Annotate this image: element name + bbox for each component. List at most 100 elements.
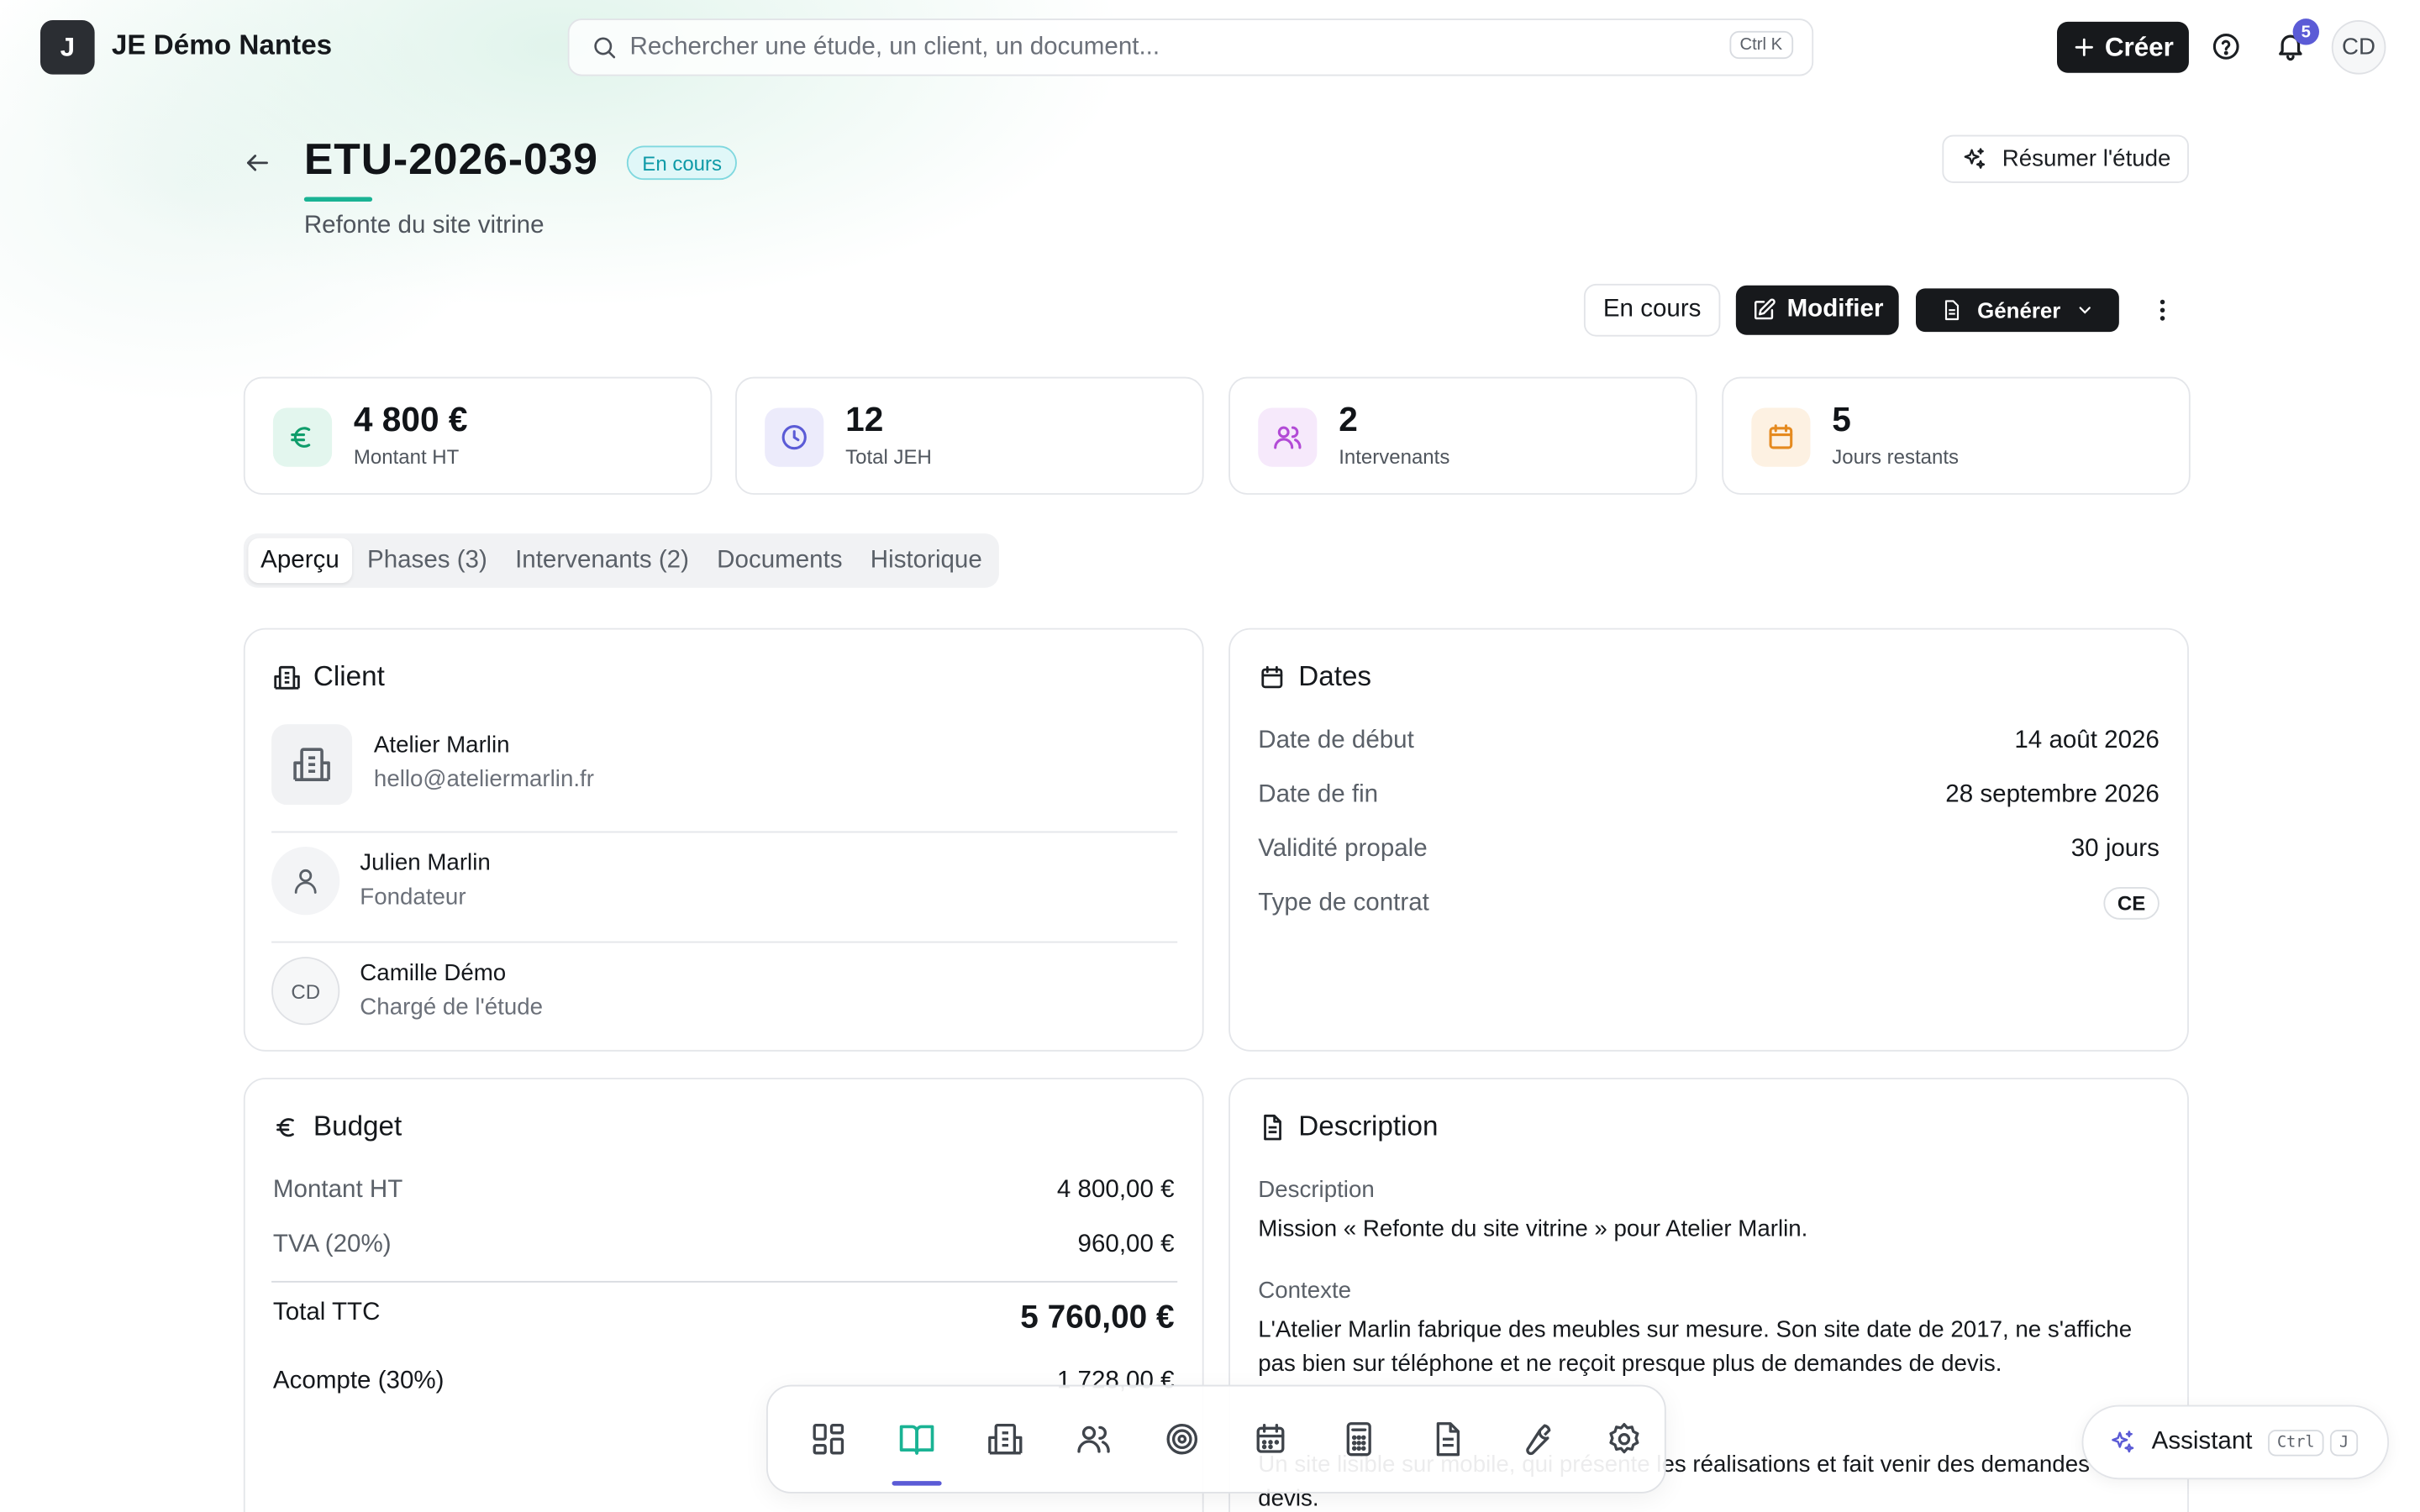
back-arrow-icon[interactable] <box>244 149 271 176</box>
description-card-title-text: Description <box>1298 1110 1439 1142</box>
building-icon <box>274 665 300 689</box>
manager-avatar: CD <box>271 957 340 1026</box>
client-card: Client Atelier Marlin hello@ateliermarli… <box>243 627 1204 1052</box>
deposit-label: Acompte (30%) <box>272 1368 445 1394</box>
calendar-icon <box>1261 665 1283 688</box>
dates-card-title: Dates <box>1258 660 1371 693</box>
tab-overview[interactable]: Aperçu <box>248 538 352 584</box>
org-name[interactable]: JE Démo Nantes <box>112 29 332 62</box>
nav-calculator-icon[interactable] <box>1320 1400 1397 1478</box>
kpi-value: 5 <box>1832 400 1851 439</box>
divider <box>271 941 1178 943</box>
contract-type-badge: CE <box>2103 887 2160 920</box>
nav-documents-icon[interactable] <box>1408 1400 1486 1478</box>
validity-value: 30 jours <box>2070 836 2160 863</box>
app-logo[interactable]: J <box>40 20 95 75</box>
summarize-button[interactable]: Résumer l'étude <box>1942 134 2189 183</box>
search-bar[interactable]: Rechercher une étude, un client, un docu… <box>567 18 1814 76</box>
context-label: Contexte <box>1258 1278 1352 1305</box>
tab-phases[interactable]: Phases (3) <box>355 538 499 584</box>
vat-value: 960,00 € <box>1077 1231 1175 1258</box>
vat-label: TVA (20%) <box>272 1231 392 1258</box>
validity-label: Validité propale <box>1258 836 1428 863</box>
divider <box>271 831 1178 833</box>
search-input[interactable]: Rechercher une étude, un client, un docu… <box>630 34 1160 61</box>
manager-name[interactable]: Camille Démo <box>360 960 506 986</box>
euro-icon <box>276 1117 294 1137</box>
users-icon <box>1258 407 1318 467</box>
contact-role: Fondateur <box>360 884 466 911</box>
amount-ht-label: Montant HT <box>272 1177 403 1204</box>
budget-card-title-text: Budget <box>313 1110 402 1142</box>
document-icon <box>1944 300 1959 321</box>
edit-icon <box>1754 298 1776 320</box>
search-shortcut: Ctrl K <box>1728 30 1794 60</box>
document-icon <box>1264 1113 1281 1140</box>
page-subtitle: Refonte du site vitrine <box>303 212 544 239</box>
euro-icon <box>272 407 333 467</box>
nav-targets-icon[interactable] <box>1144 1400 1221 1478</box>
nav-calendar-icon[interactable] <box>1232 1400 1309 1478</box>
nav-tools-icon[interactable] <box>1497 1400 1575 1478</box>
contract-type-label: Type de contrat <box>1258 890 1429 917</box>
assistant-shortcut-key: J <box>2329 1429 2359 1456</box>
create-button[interactable]: Créer <box>2057 21 2189 73</box>
sparkles-icon <box>2112 1431 2134 1453</box>
total-ttc-value: 5 760,00 € <box>1020 1299 1175 1336</box>
kpi-label: Total JEH <box>845 444 932 469</box>
user-avatar[interactable]: CD <box>2331 20 2386 75</box>
end-date-value: 28 septembre 2026 <box>1945 781 2160 808</box>
total-ttc-label: Total TTC <box>272 1299 381 1326</box>
nav-studies-icon[interactable] <box>878 1400 955 1486</box>
chevron-down-icon <box>2080 307 2091 314</box>
tab-members[interactable]: Intervenants (2) <box>502 538 701 584</box>
generate-label: Générer <box>1977 297 2061 323</box>
tab-bar: Aperçu Phases (3) Intervenants (2) Docum… <box>243 533 1000 588</box>
nav-clients-icon[interactable] <box>966 1400 1044 1478</box>
description-text: Mission « Refonte du site vitrine » pour… <box>1258 1215 1808 1242</box>
contact-name[interactable]: Julien Marlin <box>360 850 490 876</box>
more-options-icon[interactable] <box>2149 295 2176 326</box>
assistant-shortcut-ctrl: Ctrl <box>2267 1429 2324 1456</box>
tab-history[interactable]: Historique <box>858 538 995 584</box>
dates-card: Dates Date de début 14 août 2026 Date de… <box>1228 627 2189 1052</box>
page: J JE Démo Nantes Rechercher une étude, u… <box>0 0 2420 1512</box>
bottom-dock <box>766 1384 1666 1494</box>
page-title: ETU-2026-039 <box>303 134 598 183</box>
client-card-title-text: Client <box>313 660 385 692</box>
context-text: L'Atelier Marlin fabrique des meubles su… <box>1258 1316 2133 1378</box>
nav-settings-icon[interactable] <box>1586 1400 1663 1478</box>
budget-card-title: Budget <box>273 1110 402 1143</box>
plus-icon <box>2075 38 2093 56</box>
company-name[interactable]: Atelier Marlin <box>374 732 510 758</box>
help-icon[interactable] <box>2211 31 2242 62</box>
tab-documents[interactable]: Documents <box>704 538 855 584</box>
company-building-icon <box>271 724 353 806</box>
sparkles-icon <box>1963 148 1985 169</box>
edit-label: Modifier <box>1786 296 1884 323</box>
kpi-days-left: 5 Jours restants <box>1722 376 2191 495</box>
kpi-members: 2 Intervenants <box>1228 376 1697 495</box>
client-card-title: Client <box>273 660 385 693</box>
edit-button[interactable]: Modifier <box>1735 285 1899 335</box>
search-icon <box>591 34 617 60</box>
status-select-button[interactable]: En cours <box>1583 283 1721 337</box>
nav-members-icon[interactable] <box>1055 1400 1132 1478</box>
kpi-jeh: 12 Total JEH <box>735 376 1204 495</box>
kpi-value: 4 800 € <box>353 400 468 439</box>
assistant-button[interactable]: Assistant Ctrl J <box>2081 1404 2390 1480</box>
nav-dashboard-icon[interactable] <box>790 1400 867 1478</box>
kpi-label: Montant HT <box>353 444 460 469</box>
generate-button[interactable]: Générer <box>1916 288 2119 333</box>
company-email[interactable]: hello@ateliermarlin.fr <box>374 766 594 792</box>
divider <box>271 1280 1178 1283</box>
kpi-amount: 4 800 € Montant HT <box>243 376 713 495</box>
kpi-value: 12 <box>845 400 884 439</box>
summarize-label: Résumer l'étude <box>2002 145 2171 172</box>
manager-role: Chargé de l'étude <box>360 994 544 1021</box>
start-date-label: Date de début <box>1258 727 1414 754</box>
assistant-label: Assistant <box>2151 1428 2253 1455</box>
kpi-label: Jours restants <box>1832 444 1960 469</box>
amount-ht-value: 4 800,00 € <box>1056 1177 1175 1204</box>
dates-card-title-text: Dates <box>1298 660 1372 692</box>
